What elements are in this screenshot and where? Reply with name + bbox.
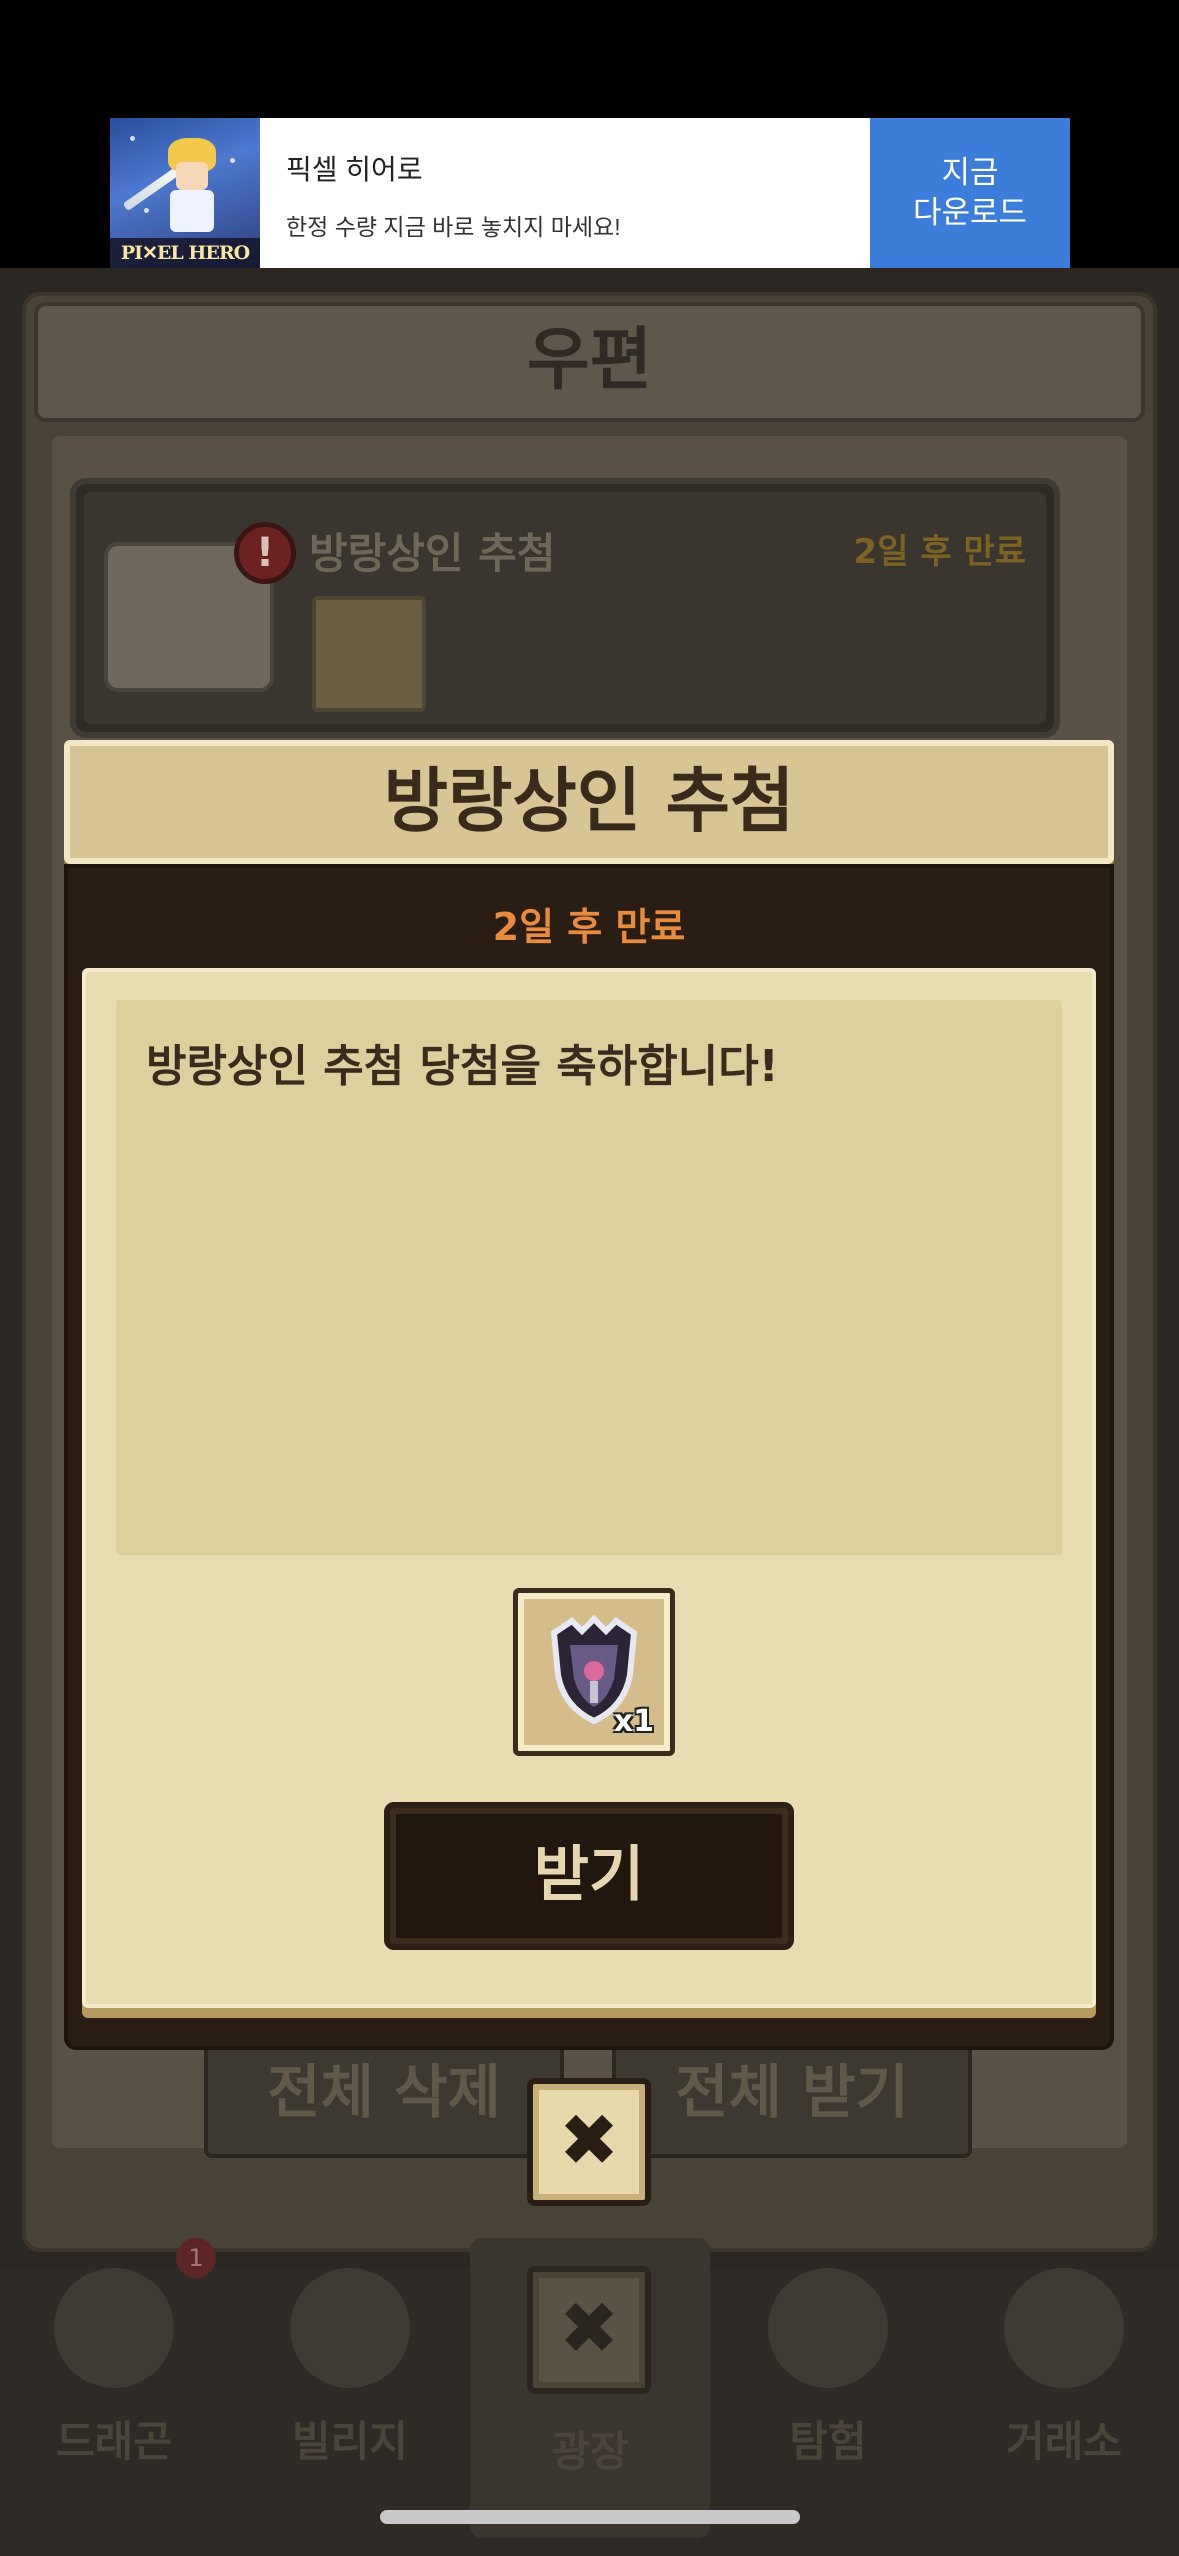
dialog-title-bar: 방랑상인 추첨 xyxy=(64,740,1114,864)
exchange-icon xyxy=(1004,2268,1124,2388)
ad-subtitle: 한정 수량 지금 바로 놓치지 마세요! xyxy=(286,214,621,240)
dialog-close-button[interactable]: ✖ xyxy=(527,2078,651,2206)
village-icon xyxy=(290,2268,410,2388)
hero-face xyxy=(176,162,208,190)
nav-item-village[interactable]: 빌리지 xyxy=(250,2268,450,2498)
nav-item-dragon[interactable]: 1 드래곤 xyxy=(14,2238,216,2498)
star-decoration xyxy=(144,208,149,213)
nav-label: 드래곤 xyxy=(56,2417,172,2466)
dialog-message: 방랑상인 추첨 당첨을 축하합니다! xyxy=(146,1041,779,1092)
reward-slot[interactable]: x1 xyxy=(513,1588,675,1756)
ad-thumbnail[interactable]: PI✕EL HERO xyxy=(110,118,260,268)
ad-title: 픽셀 히어로 xyxy=(286,154,423,185)
status-bar xyxy=(0,0,1179,118)
reward-quantity: x1 xyxy=(613,1704,654,1739)
mail-item-inner: ! 방랑상인 추첨 2일 후 만료 xyxy=(84,492,1046,724)
mailbox-header: 우편 xyxy=(34,302,1145,422)
nav-label: 광장 xyxy=(551,2427,629,2476)
home-indicator xyxy=(380,2510,800,2524)
claim-button[interactable]: 받기 xyxy=(384,1802,794,1950)
mailbox-close-button[interactable]: ✖ xyxy=(527,2266,651,2394)
dialog-message-box: 방랑상인 추첨 당첨을 축하합니다! xyxy=(116,1000,1062,1555)
mail-item-title: 방랑상인 추첨 xyxy=(309,529,556,578)
compass-icon xyxy=(768,2268,888,2388)
nav-label: 거래소 xyxy=(1006,2417,1122,2466)
star-decoration xyxy=(230,158,235,163)
mail-item-reward-slot xyxy=(312,596,426,712)
ad-cta-line1: 지금 xyxy=(941,155,999,190)
dialog-expire: 2일 후 만료 xyxy=(492,905,686,949)
dialog-frame: 2일 후 만료 방랑상인 추첨 당첨을 축하합니다! x1 받기 xyxy=(64,864,1114,2050)
nav-label: 탐험 xyxy=(789,2417,867,2466)
mail-item[interactable]: ! 방랑상인 추첨 2일 후 만료 xyxy=(70,478,1060,738)
mail-item-expire: 2일 후 만료 xyxy=(853,532,1026,572)
dialog-title: 방랑상인 추첨 xyxy=(383,760,795,842)
dialog-paper: 방랑상인 추첨 당첨을 축하합니다! x1 받기 xyxy=(82,968,1096,2008)
ad-banner[interactable]: PI✕EL HERO 픽셀 히어로 한정 수량 지금 바로 놓치지 마세요! 지… xyxy=(110,118,1070,268)
alert-icon: ! xyxy=(234,522,296,584)
dragon-icon xyxy=(54,2268,174,2388)
nav-item-exchange[interactable]: 거래소 xyxy=(964,2268,1164,2498)
ad-logo: PI✕EL HERO xyxy=(110,238,260,268)
ad-cta-line2: 다운로드 xyxy=(912,195,1028,230)
star-decoration xyxy=(130,136,135,141)
ad-text[interactable]: 픽셀 히어로 한정 수량 지금 바로 놓치지 마세요! xyxy=(260,118,870,268)
mailbox-title: 우편 xyxy=(526,321,653,400)
nav-label: 빌리지 xyxy=(292,2417,408,2466)
ad-download-button[interactable]: 지금 다운로드 xyxy=(870,118,1070,268)
nav-item-explore[interactable]: 탐험 xyxy=(728,2268,928,2498)
hero-body xyxy=(170,190,214,232)
notification-badge: 1 xyxy=(176,2238,216,2278)
